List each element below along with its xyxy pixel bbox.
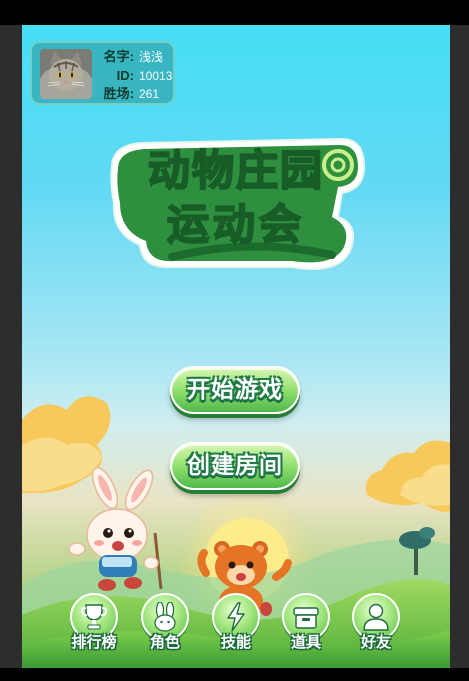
box-icon [293, 607, 319, 629]
dock-item-friends[interactable]: 好友 [344, 591, 408, 657]
game-screen: 名字: 浅浅 ID: 10013 胜场: 261 动物庄园 运动会 开始游戏 创… [22, 25, 450, 668]
character-label: 角色 [149, 633, 180, 651]
player-wins-value: 261 [139, 87, 160, 101]
rabbit-icon [154, 602, 176, 632]
player-name-row: 名字: 浅浅 [96, 48, 174, 66]
right-letterbox [450, 25, 469, 668]
player-profile-card[interactable]: 名字: 浅浅 ID: 10013 胜场: 261 [30, 41, 175, 105]
trophy-icon [80, 604, 108, 630]
player-wins-row: 胜场: 261 [96, 85, 174, 103]
create-room-label: 创建房间 [187, 453, 283, 479]
player-id-label: ID: [116, 68, 134, 83]
dock-item-character[interactable]: 角色 [133, 591, 197, 657]
start-game-button[interactable]: 开始游戏 [170, 366, 300, 414]
bottom-black-bar [0, 668, 469, 681]
left-letterbox [0, 25, 22, 668]
start-game-label: 开始游戏 [187, 377, 283, 403]
friends-label: 好友 [360, 633, 391, 651]
lightning-icon [227, 602, 245, 632]
skills-label: 技能 [220, 633, 251, 651]
dock-item-leaderboard[interactable]: 排行榜 [62, 591, 126, 657]
cat-avatar-icon[interactable] [40, 49, 92, 99]
person-icon [363, 603, 389, 631]
title-line-2: 运动会 [167, 200, 305, 249]
player-name-label: 名字: [103, 49, 134, 64]
player-wins-label: 胜场: [103, 86, 134, 101]
game-title-logo: 动物庄园 运动会 [110, 137, 366, 270]
leaderboard-label: 排行榜 [71, 633, 117, 651]
dock-item-skills[interactable]: 技能 [204, 591, 268, 657]
top-black-bar [0, 0, 469, 25]
title-line-1: 动物庄园 [148, 146, 324, 195]
player-id-value: 10013 [139, 69, 173, 83]
items-label: 道具 [290, 633, 321, 651]
dock-item-items[interactable]: 道具 [274, 591, 338, 657]
player-id-row: ID: 10013 [96, 67, 174, 85]
player-name-value: 浅浅 [139, 50, 164, 64]
create-room-button[interactable]: 创建房间 [170, 442, 300, 490]
